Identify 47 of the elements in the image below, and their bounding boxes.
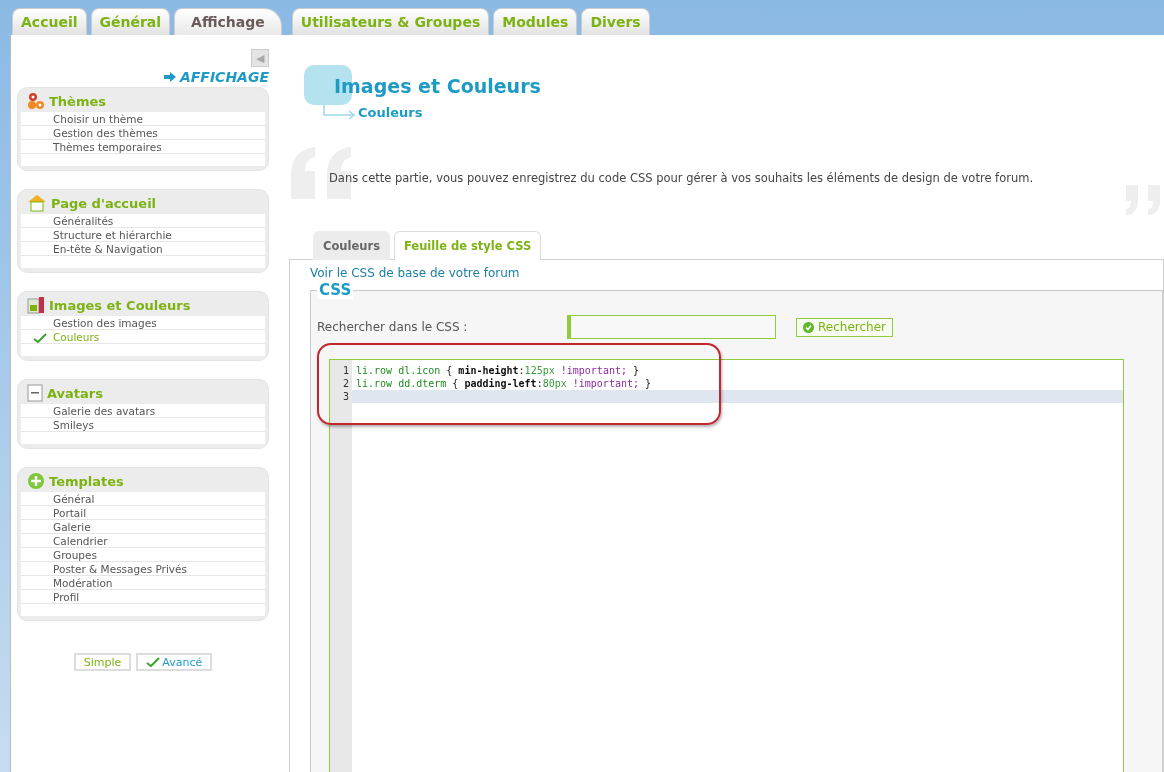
menu-item[interactable]: Galerie des avatars <box>21 404 265 418</box>
menu-item[interactable]: Groupes <box>21 548 265 562</box>
menu-item[interactable]: Galerie <box>21 520 265 534</box>
gears-icon <box>27 92 45 110</box>
code-line: li.row dl.icon { min-height:125px !important; } <box>355 364 640 377</box>
menu-item[interactable]: Calendrier <box>21 534 265 548</box>
group-title: Images et Couleurs <box>49 297 191 313</box>
intro-text: Dans cette partie, vous pouvez enregistrez du code CSS pour gérer à vos souhaits les éléments de design de votre forum. <box>329 171 1035 185</box>
check-icon <box>146 657 161 667</box>
line-number: 2 <box>341 377 350 390</box>
group-title: Templates <box>49 473 124 489</box>
menu-item[interactable]: Portail <box>21 506 265 520</box>
arrow-icon <box>163 72 176 82</box>
nav-tab[interactable]: Affichage <box>174 8 282 35</box>
search-field[interactable] <box>567 315 776 339</box>
group-title: Avatars <box>47 385 103 401</box>
branch-arrow-icon <box>322 103 358 121</box>
group-title: Thèmes <box>49 93 107 109</box>
menu-item[interactable]: Choisir un thème <box>21 112 265 126</box>
content-tab[interactable]: Couleurs <box>313 231 390 260</box>
menu-item[interactable]: Modération <box>21 576 265 590</box>
page-title: Images et Couleurs <box>334 74 542 97</box>
code-line: li.row dd.dterm { padding-left:80px !important; } <box>355 377 653 390</box>
fieldset-legend: CSS <box>317 281 354 299</box>
line-number: 1 <box>341 364 350 377</box>
search-label: Rechercher dans le CSS : <box>317 320 469 334</box>
menu-item[interactable]: Profil <box>21 590 265 604</box>
base-css-link[interactable]: Voir le CSS de base de votre forum <box>310 266 520 280</box>
section-title: AFFICHAGE <box>179 69 269 85</box>
line-number: 3 <box>341 390 350 403</box>
menu-item[interactable]: Général <box>21 492 265 506</box>
group-title: Page d'accueil <box>51 195 157 211</box>
menu-item[interactable]: Thèmes temporaires <box>21 140 265 154</box>
menu-item[interactable]: Poster & Messages Privés <box>21 562 265 576</box>
plus-icon <box>27 472 45 490</box>
menu-item[interactable]: Généralités <box>21 214 265 228</box>
code-editor[interactable]: 1 2 3 li.row dl.icon { min-height:125px !important; } li.row dd.dterm { padding-left:80px !important; } <box>329 359 1124 772</box>
menu-item[interactable]: Smileys <box>21 418 265 432</box>
palette-icon <box>27 296 45 314</box>
check-icon <box>33 333 47 343</box>
menu-item[interactable]: Structure et hiérarchie <box>21 228 265 242</box>
menu-item[interactable]: Gestion des images <box>21 316 265 330</box>
menu-item[interactable]: En-tête & Navigation <box>21 242 265 256</box>
house-icon <box>27 194 47 212</box>
page-subtitle: Couleurs <box>358 104 423 120</box>
menu-item[interactable]: Gestion des thèmes <box>21 126 265 140</box>
check-icon <box>803 321 814 333</box>
